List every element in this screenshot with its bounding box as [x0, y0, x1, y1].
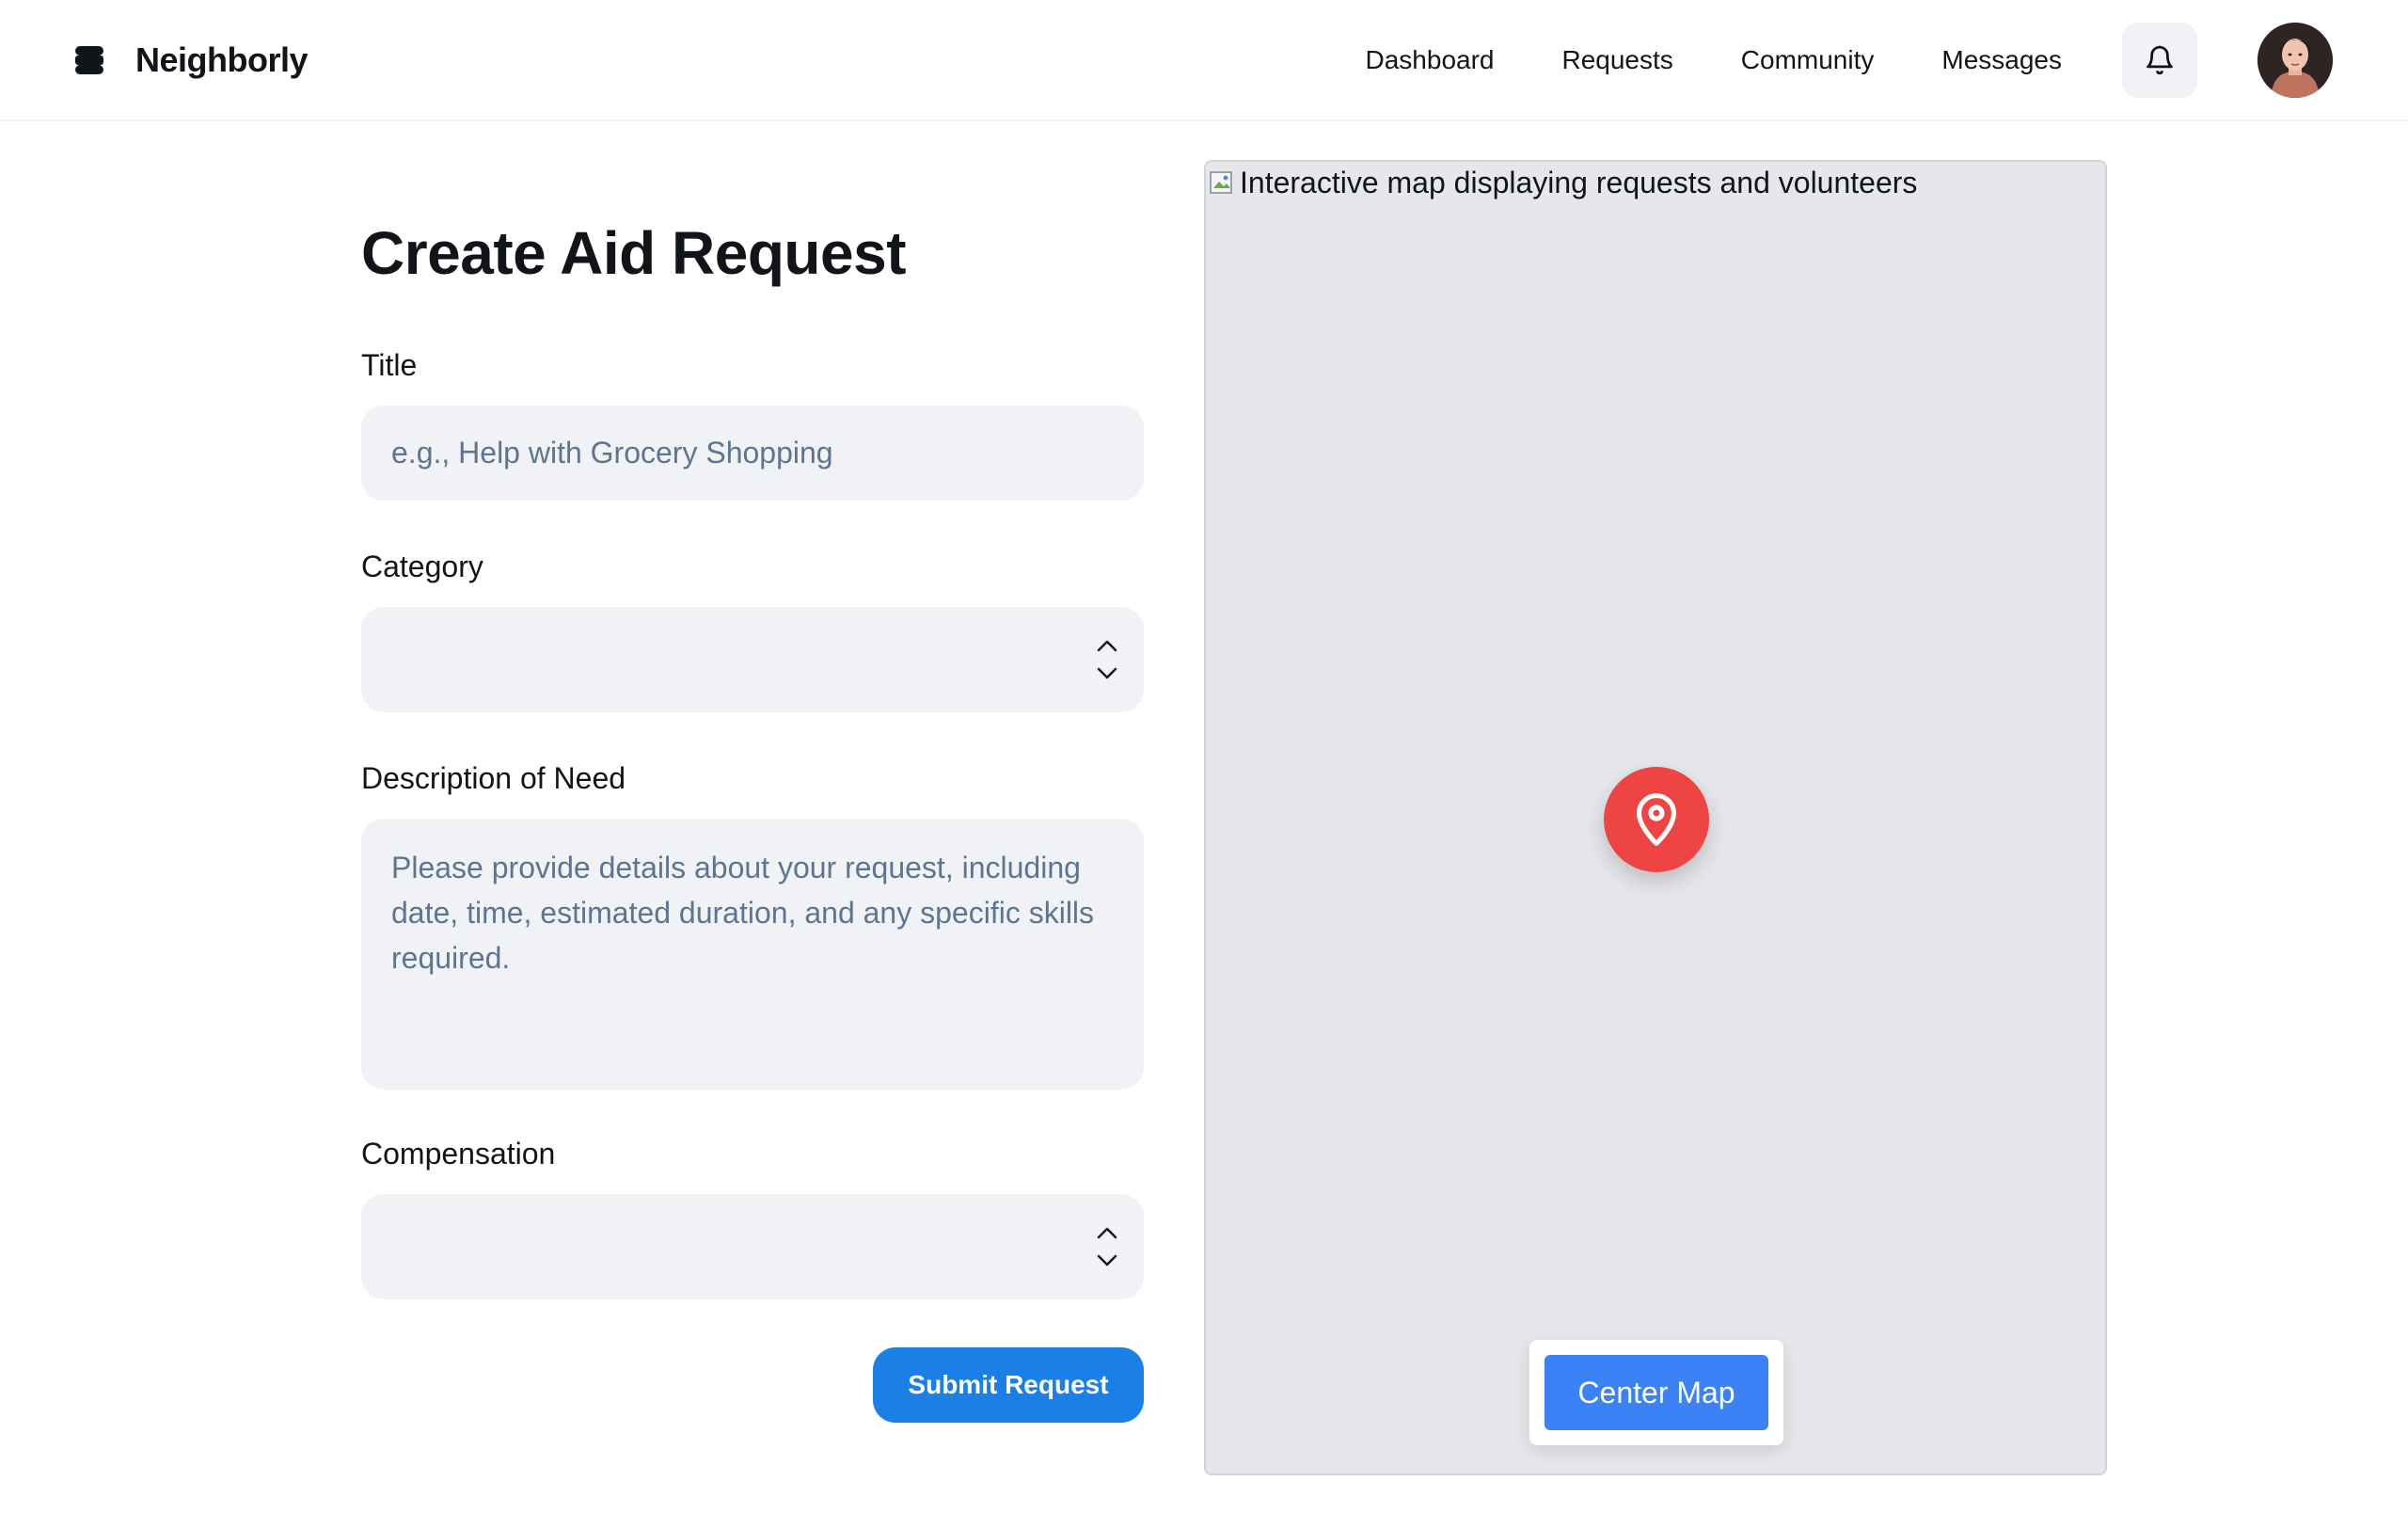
avatar-image — [2258, 22, 2333, 98]
map-alt-text: Interactive map displaying requests and … — [1208, 166, 1917, 200]
description-field-group: Description of Need — [361, 761, 1144, 1094]
main-nav: Dashboard Requests Community Messages — [1366, 45, 2063, 75]
brand[interactable]: Neighborly — [75, 40, 309, 80]
description-label: Description of Need — [361, 761, 626, 795]
title-input[interactable] — [361, 406, 1144, 501]
chevron-updown-icon — [1097, 1227, 1117, 1266]
notifications-button[interactable] — [2122, 22, 2197, 98]
map-controls: Center Map — [1529, 1340, 1783, 1445]
interactive-map[interactable]: Interactive map displaying requests and … — [1204, 160, 2107, 1475]
map-alt-label: Interactive map displaying requests and … — [1240, 166, 1918, 199]
page-title: Create Aid Request — [361, 219, 907, 287]
broken-image-icon — [1210, 170, 1232, 194]
map-pin-icon — [1637, 793, 1676, 846]
title-label: Title — [361, 348, 418, 382]
description-textarea[interactable] — [361, 819, 1144, 1090]
user-avatar[interactable] — [2258, 22, 2333, 98]
title-field-group: Title — [361, 348, 1144, 501]
map-pin-marker[interactable] — [1604, 767, 1709, 872]
category-field-group: Category — [361, 549, 1144, 712]
nav-requests[interactable]: Requests — [1561, 45, 1672, 75]
logo-icon — [75, 45, 103, 74]
nav-dashboard[interactable]: Dashboard — [1366, 45, 1495, 75]
nav-messages[interactable]: Messages — [1941, 45, 2062, 75]
aid-request-form: Create Aid Request Title Category Descri… — [361, 160, 1144, 1423]
brand-name: Neighborly — [135, 40, 309, 79]
compensation-label: Compensation — [361, 1137, 556, 1171]
bell-icon — [2147, 45, 2173, 74]
top-nav-bar: Neighborly Dashboard Requests Community … — [0, 0, 2408, 121]
submit-request-button[interactable]: Submit Request — [873, 1347, 1144, 1423]
category-select[interactable] — [361, 607, 1144, 712]
compensation-select[interactable] — [361, 1194, 1144, 1299]
nav-community[interactable]: Community — [1741, 45, 1875, 75]
center-map-button[interactable]: Center Map — [1545, 1355, 1768, 1430]
compensation-field-group: Compensation — [361, 1137, 1144, 1299]
category-label: Category — [361, 549, 483, 583]
chevron-updown-icon — [1097, 640, 1117, 679]
